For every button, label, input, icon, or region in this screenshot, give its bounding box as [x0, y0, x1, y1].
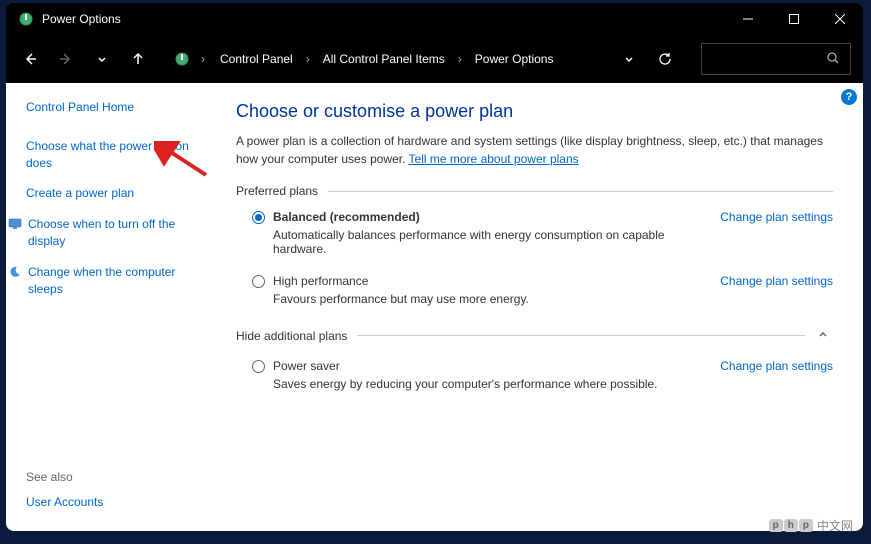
address-bar[interactable]: › Control Panel › All Control Panel Item…	[166, 43, 689, 75]
sidebar-link-create-plan[interactable]: Create a power plan	[26, 185, 206, 202]
plan-description: Favours performance but may use more ene…	[273, 292, 720, 306]
watermark: php 中文网	[769, 517, 853, 534]
up-button[interactable]	[122, 43, 154, 75]
search-input[interactable]	[701, 43, 851, 75]
preferred-plans-header: Preferred plans	[236, 184, 833, 198]
main-content: Choose or customise a power plan A power…	[216, 83, 863, 531]
content-area: ? Control Panel Home Choose what the pow…	[6, 83, 863, 531]
sidebar: Control Panel Home Choose what the power…	[6, 83, 216, 531]
plan-description: Saves energy by reducing your computer's…	[273, 377, 720, 391]
address-dropdown[interactable]	[613, 43, 645, 75]
page-title: Choose or customise a power plan	[236, 101, 833, 122]
change-plan-settings-link[interactable]: Change plan settings	[720, 274, 833, 306]
display-icon	[8, 217, 22, 231]
learn-more-link[interactable]: Tell me more about power plans	[409, 152, 579, 166]
radio-high-performance[interactable]	[252, 275, 265, 288]
window-controls	[725, 3, 863, 35]
breadcrumb: Control Panel › All Control Panel Items …	[216, 50, 557, 68]
control-panel-home-link[interactable]: Control Panel Home	[26, 99, 206, 116]
sidebar-link-computer-sleeps[interactable]: Change when the computer sleeps	[8, 264, 206, 298]
plan-high-performance: High performance Favours performance but…	[252, 274, 833, 306]
radio-power-saver[interactable]	[252, 360, 265, 373]
maximize-button[interactable]	[771, 3, 817, 35]
divider	[328, 191, 833, 192]
plan-name[interactable]: Balanced (recommended)	[273, 210, 420, 224]
refresh-button[interactable]	[649, 43, 681, 75]
forward-button[interactable]	[50, 43, 82, 75]
minimize-button[interactable]	[725, 3, 771, 35]
back-button[interactable]	[14, 43, 46, 75]
user-accounts-link[interactable]: User Accounts	[26, 494, 103, 511]
sidebar-item-label: Choose when to turn off the display	[28, 216, 206, 250]
plan-name[interactable]: Power saver	[273, 359, 340, 373]
recent-button[interactable]	[86, 43, 118, 75]
additional-plans-header[interactable]: Hide additional plans	[236, 324, 833, 347]
search-icon	[826, 51, 840, 68]
change-plan-settings-link[interactable]: Change plan settings	[720, 359, 833, 391]
window-frame: Power Options › Control Panel › All Cont…	[6, 3, 863, 531]
plan-name[interactable]: High performance	[273, 274, 368, 288]
address-icon	[174, 51, 190, 67]
sidebar-item-label: Change when the computer sleeps	[28, 264, 206, 298]
see-also-section: See also User Accounts	[26, 470, 103, 511]
chevron-right-icon: ›	[453, 52, 467, 66]
breadcrumb-item[interactable]: Power Options	[471, 50, 558, 68]
chevron-right-icon: ›	[196, 52, 210, 66]
chevron-up-icon[interactable]	[813, 324, 833, 347]
sidebar-link-turn-off-display[interactable]: Choose when to turn off the display	[8, 216, 206, 250]
change-plan-settings-link[interactable]: Change plan settings	[720, 210, 833, 256]
chevron-right-icon: ›	[301, 52, 315, 66]
see-also-title: See also	[26, 470, 103, 484]
radio-balanced[interactable]	[252, 211, 265, 224]
plan-balanced: Balanced (recommended) Automatically bal…	[252, 210, 833, 256]
toolbar: › Control Panel › All Control Panel Item…	[6, 35, 863, 83]
plan-description: Automatically balances performance with …	[273, 228, 720, 256]
window-title: Power Options	[42, 12, 725, 26]
divider	[357, 335, 805, 336]
close-button[interactable]	[817, 3, 863, 35]
sidebar-link-power-button[interactable]: Choose what the power button does	[26, 138, 206, 172]
app-icon	[18, 11, 34, 27]
sleep-icon	[8, 265, 22, 279]
titlebar: Power Options	[6, 3, 863, 35]
breadcrumb-item[interactable]: All Control Panel Items	[319, 50, 449, 68]
breadcrumb-item[interactable]: Control Panel	[216, 50, 297, 68]
page-description: A power plan is a collection of hardware…	[236, 132, 833, 168]
plan-power-saver: Power saver Saves energy by reducing you…	[252, 359, 833, 391]
